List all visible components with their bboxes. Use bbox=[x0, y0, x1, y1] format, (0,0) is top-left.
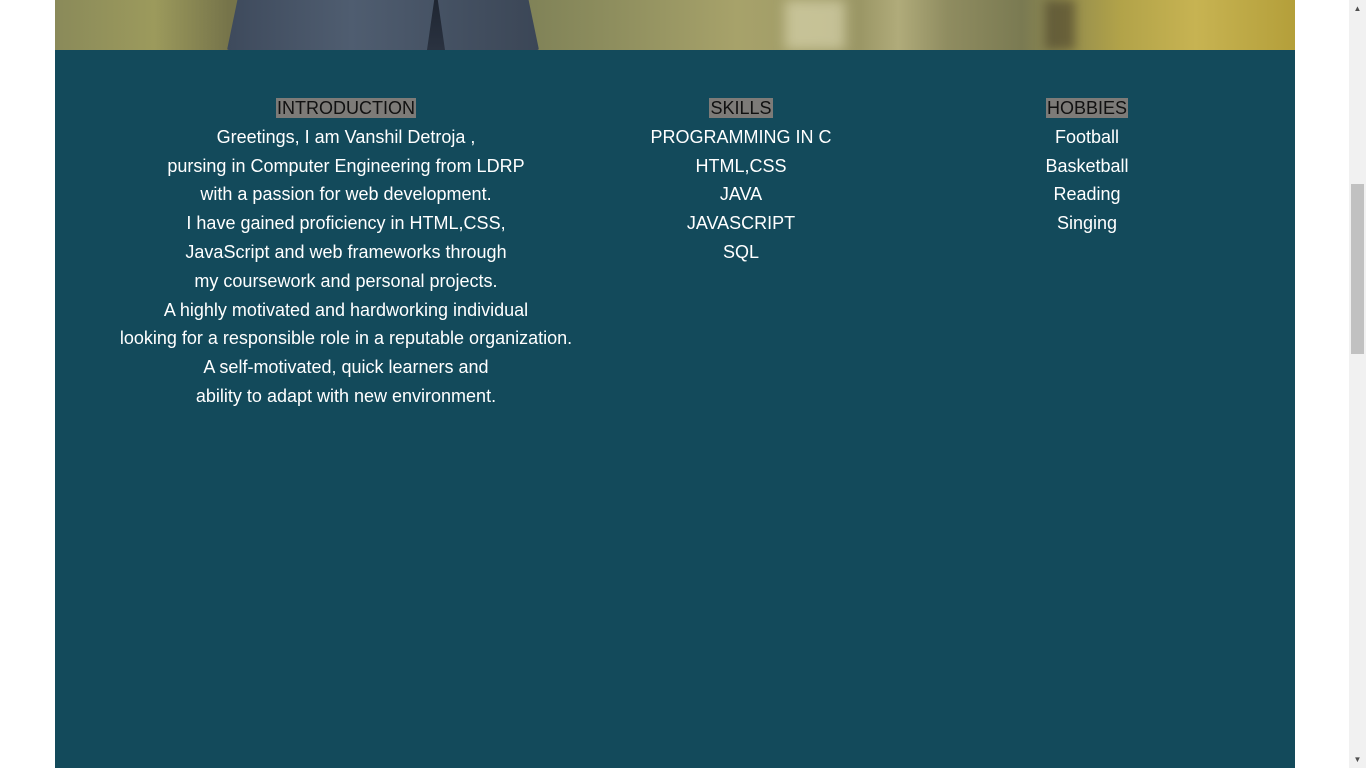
hobby-item: Singing bbox=[1056, 213, 1118, 234]
introduction-line: Greetings, I am Vanshil Detroja , bbox=[216, 126, 476, 147]
introduction-line: looking for a responsible role in a repu… bbox=[119, 328, 573, 349]
introduction-column: INTRODUCTION Greetings, I am Vanshil Det… bbox=[55, 94, 637, 411]
introduction-line: I have gained proficiency in HTML,CSS, bbox=[186, 213, 506, 234]
triangle-down-icon[interactable]: ▼ bbox=[1349, 751, 1366, 768]
skill-item: JAVA bbox=[719, 184, 763, 205]
photo-background-highlight bbox=[785, 0, 845, 50]
skills-heading: SKILLS bbox=[709, 98, 773, 118]
about-section: INTRODUCTION Greetings, I am Vanshil Det… bbox=[55, 50, 1295, 768]
hobby-item: Football bbox=[1054, 126, 1120, 147]
photo-background-trunk bbox=[1045, 0, 1075, 50]
introduction-line: pursing in Computer Engineering from LDR… bbox=[167, 155, 525, 176]
introduction-line: A self-motivated, quick learners and bbox=[203, 357, 489, 378]
skill-item: JAVASCRIPT bbox=[686, 213, 796, 234]
hobbies-heading: HOBBIES bbox=[1045, 98, 1129, 118]
introduction-line: my coursework and personal projects. bbox=[194, 270, 498, 291]
skill-item: HTML,CSS bbox=[695, 155, 787, 176]
scrollbar-thumb[interactable] bbox=[1351, 184, 1364, 354]
skills-column: SKILLS PROGRAMMING IN C HTML,CSS JAVA JA… bbox=[637, 94, 845, 267]
profile-photo bbox=[55, 0, 1295, 50]
vertical-scrollbar[interactable]: ▲ ▼ bbox=[1349, 0, 1366, 768]
hobby-item: Reading bbox=[1053, 184, 1121, 205]
skill-item: SQL bbox=[722, 241, 760, 262]
introduction-line: A highly motivated and hardworking indiv… bbox=[163, 299, 529, 320]
page: INTRODUCTION Greetings, I am Vanshil Det… bbox=[0, 0, 1366, 768]
hobbies-column: HOBBIES Football Basketball Reading Sing… bbox=[985, 94, 1189, 238]
introduction-line: JavaScript and web frameworks through bbox=[185, 241, 507, 262]
introduction-line: ability to adapt with new environment. bbox=[195, 385, 497, 406]
introduction-line: with a passion for web development. bbox=[200, 184, 492, 205]
skill-item: PROGRAMMING IN C bbox=[650, 126, 832, 147]
triangle-up-icon[interactable]: ▲ bbox=[1349, 0, 1366, 17]
introduction-heading: INTRODUCTION bbox=[276, 98, 416, 118]
photo-suit bbox=[227, 0, 539, 50]
hobby-item: Basketball bbox=[1045, 155, 1129, 176]
